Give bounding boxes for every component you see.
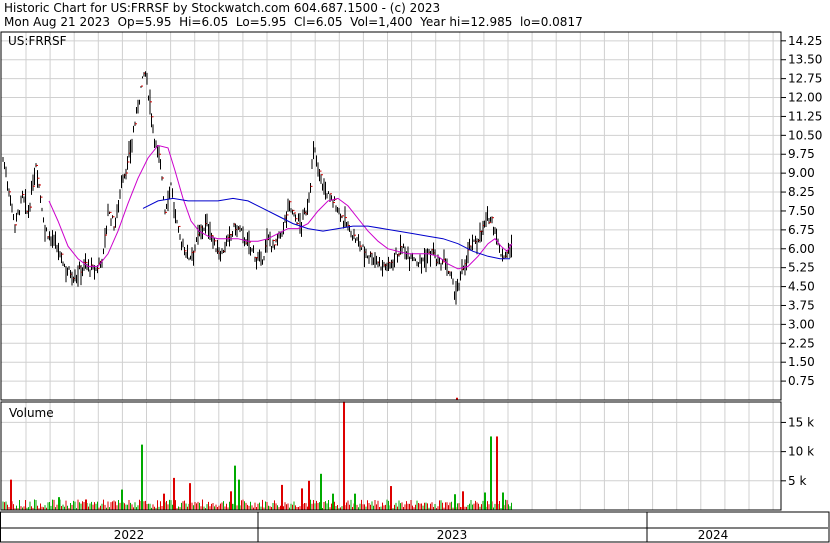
price-panel-frame — [0, 31, 782, 401]
volume-tick-label: 10 k — [788, 445, 814, 459]
price-tick-label: 9.00 — [788, 166, 815, 180]
price-tick-label: 12.75 — [788, 72, 822, 86]
price-tick-label: 3.00 — [788, 317, 815, 331]
price-tick-label: 10.50 — [788, 128, 822, 142]
price-tick-label: 0.75 — [788, 374, 815, 388]
stock-chart: 14.25 13.50 12.75 12.00 11.25 10.50 9.75 9.00 8.… — [0, 31, 830, 543]
price-tick-label: 5.25 — [788, 261, 815, 275]
price-tick-label: 12.00 — [788, 91, 822, 105]
year-label: 2023 — [437, 528, 468, 542]
outlier-mark — [456, 397, 458, 400]
price-tick-label: 13.50 — [788, 53, 822, 67]
price-tick-label: 6.00 — [788, 242, 815, 256]
price-tick-label: 1.50 — [788, 355, 815, 369]
price-tick-label: 11.25 — [788, 109, 822, 123]
price-panel-label: US:FRRSF — [8, 34, 67, 48]
price-tick-label: 2.25 — [788, 336, 815, 350]
price-tick-label: 9.75 — [788, 147, 815, 161]
volume-panel-label: Volume — [9, 406, 54, 420]
price-tick-label: 8.25 — [788, 185, 815, 199]
year-label: 2022 — [114, 528, 145, 542]
price-axis: 14.25 13.50 12.75 12.00 11.25 10.50 9.75 9.00 8.… — [781, 34, 822, 388]
price-grid — [1, 32, 781, 400]
volume-axis: 15 k 10 k 5 k — [781, 415, 814, 488]
year-label: 2024 — [698, 528, 729, 542]
time-axis: 2022 2023 2024 — [1, 512, 828, 542]
price-tick-label: 14.25 — [788, 34, 822, 48]
price-tick-label: 7.50 — [788, 204, 815, 218]
volume-tick-label: 5 k — [788, 474, 806, 488]
price-tick-label: 6.75 — [788, 223, 815, 237]
price-tick-label: 4.50 — [788, 280, 815, 294]
price-tick-label: 3.75 — [788, 298, 815, 312]
volume-tick-label: 15 k — [788, 415, 814, 429]
